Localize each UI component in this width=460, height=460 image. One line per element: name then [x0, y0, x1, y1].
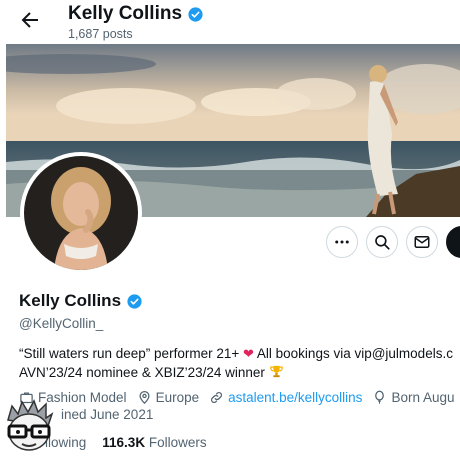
followers-count: 116.3K [102, 435, 146, 450]
balloon-icon [375, 390, 385, 404]
post-count: 1,687 posts [68, 27, 133, 41]
location-text: Europe [155, 390, 200, 405]
meta-born: Born Augu [372, 390, 455, 405]
follow-button[interactable] [446, 226, 460, 258]
bio-text-1a: “Still waters run deep” performer 21+ [19, 346, 240, 361]
profile-bio: “Still waters run deep” performer 21+ ❤ … [19, 344, 453, 382]
cartoon-face-sticker [0, 398, 58, 454]
message-icon [414, 236, 430, 248]
more-button[interactable] [326, 226, 358, 258]
search-icon [375, 235, 390, 250]
header-title: Kelly Collins [68, 3, 204, 25]
link-icon [211, 392, 223, 403]
back-arrow-icon[interactable] [18, 8, 42, 32]
followers-label: Followers [148, 435, 207, 450]
website-link[interactable]: astalent.be/kellycollins [228, 390, 362, 405]
header-name: Kelly Collins [68, 3, 183, 24]
trophy-icon [269, 365, 283, 378]
joined-text: ined June 2021 [61, 407, 154, 422]
profile-actions [326, 226, 460, 258]
bio-text-2: AVN’23/24 nominee & XBIZ’23/24 winner [19, 365, 265, 380]
top-bar: Kelly Collins 1,687 posts [0, 0, 460, 44]
verified-badge-icon [127, 293, 142, 309]
born-text: Born Augu [391, 390, 455, 405]
location-pin-icon [139, 390, 150, 404]
avatar[interactable] [20, 152, 142, 274]
meta-location: Europe [137, 390, 200, 405]
meta-website[interactable]: astalent.be/kellycollins [209, 390, 362, 405]
profile-name: Kelly Collins [19, 291, 143, 311]
bio-text-1b: All bookings via vip@julmodels.c [256, 346, 453, 361]
more-icon [335, 240, 349, 244]
profile-handle: @KellyCollin_ [19, 316, 104, 331]
heart-icon: ❤ [242, 346, 254, 361]
profile-meta: Fashion Model Europe astalent.be/kellyco… [19, 390, 455, 405]
followers-link[interactable]: 116.3K Followers [102, 435, 206, 450]
profile-name-text: Kelly Collins [19, 291, 122, 310]
message-button[interactable] [406, 226, 438, 258]
search-button[interactable] [366, 226, 398, 258]
verified-badge-icon [188, 6, 203, 22]
